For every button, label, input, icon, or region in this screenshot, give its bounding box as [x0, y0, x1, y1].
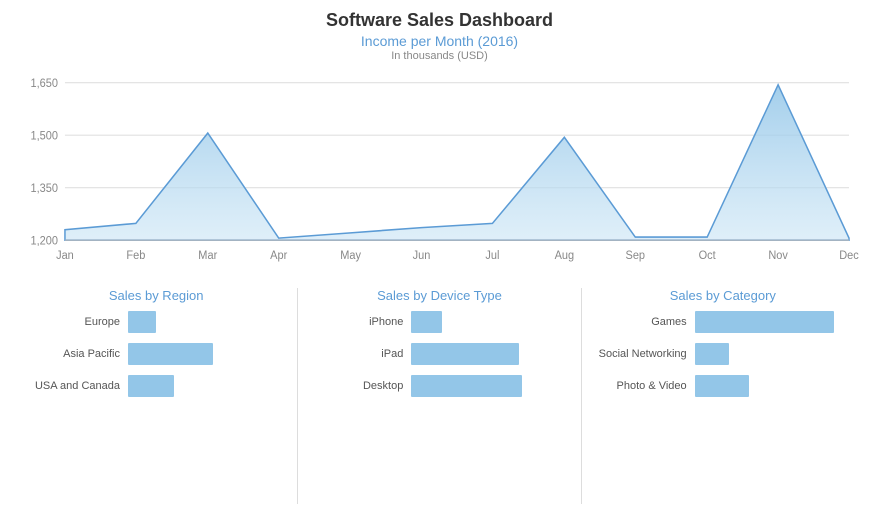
svg-text:Nov: Nov — [768, 250, 788, 262]
device-row-iphone: iPhone — [313, 311, 565, 333]
device-bar-desktop — [411, 375, 522, 397]
region-track-asia — [128, 343, 282, 365]
category-bar-games — [695, 311, 834, 333]
category-title: Sales by Category — [597, 288, 849, 303]
svg-text:1,350: 1,350 — [30, 183, 57, 195]
svg-text:Dec: Dec — [839, 250, 859, 262]
area-chart: 1,650 1,500 1,350 1,200 Jan — [20, 68, 859, 278]
device-bar-ipad — [411, 343, 519, 365]
divider-2 — [581, 288, 582, 504]
region-bar-asia — [128, 343, 213, 365]
device-label-iphone: iPhone — [313, 316, 403, 328]
device-label-ipad: iPad — [313, 348, 403, 360]
category-row-photo: Photo & Video — [597, 375, 849, 397]
svg-text:1,650: 1,650 — [30, 78, 57, 90]
region-title: Sales by Region — [30, 288, 282, 303]
divider-1 — [297, 288, 298, 504]
category-track-social — [695, 343, 849, 365]
region-bar-europe — [128, 311, 156, 333]
svg-text:Feb: Feb — [126, 250, 145, 262]
svg-text:Jun: Jun — [413, 250, 431, 262]
category-chart: Sales by Category Games Social Networkin… — [587, 288, 859, 504]
region-label-usa: USA and Canada — [30, 380, 120, 392]
svg-text:Sep: Sep — [625, 250, 645, 262]
svg-text:Jul: Jul — [485, 250, 499, 262]
category-label-social: Social Networking — [597, 348, 687, 360]
region-row-europe: Europe — [30, 311, 282, 333]
region-row-asia: Asia Pacific — [30, 343, 282, 365]
device-row-desktop: Desktop — [313, 375, 565, 397]
device-chart: Sales by Device Type iPhone iPad Desktop — [303, 288, 575, 504]
device-bar-iphone — [411, 311, 442, 333]
category-bar-photo — [695, 375, 749, 397]
region-label-europe: Europe — [30, 316, 120, 328]
device-label-desktop: Desktop — [313, 380, 403, 392]
svg-text:Apr: Apr — [270, 250, 287, 262]
svg-text:May: May — [340, 250, 361, 262]
svg-text:Aug: Aug — [555, 250, 575, 262]
region-bar-usa — [128, 375, 174, 397]
svg-text:1,500: 1,500 — [30, 130, 57, 142]
category-track-games — [695, 311, 849, 333]
category-label-photo: Photo & Video — [597, 380, 687, 392]
region-track-usa — [128, 375, 282, 397]
bottom-charts: Sales by Region Europe Asia Pacific USA … — [20, 288, 859, 504]
svg-text:Oct: Oct — [699, 250, 717, 262]
region-track-europe — [128, 311, 282, 333]
device-track-desktop — [411, 375, 565, 397]
svg-text:Mar: Mar — [198, 250, 217, 262]
region-row-usa: USA and Canada — [30, 375, 282, 397]
income-chart-subtitle: In thousands (USD) — [20, 50, 859, 62]
dashboard: Software Sales Dashboard Income per Mont… — [0, 0, 879, 514]
main-title: Software Sales Dashboard — [20, 10, 859, 31]
device-title: Sales by Device Type — [313, 288, 565, 303]
region-label-asia: Asia Pacific — [30, 348, 120, 360]
category-track-photo — [695, 375, 849, 397]
category-bar-social — [695, 343, 729, 365]
area-chart-svg: 1,650 1,500 1,350 1,200 Jan — [20, 68, 859, 278]
device-track-ipad — [411, 343, 565, 365]
category-label-games: Games — [597, 316, 687, 328]
region-chart: Sales by Region Europe Asia Pacific USA … — [20, 288, 292, 504]
category-row-social: Social Networking — [597, 343, 849, 365]
income-chart-title: Income per Month (2016) — [20, 33, 859, 49]
category-row-games: Games — [597, 311, 849, 333]
svg-text:1,200: 1,200 — [30, 235, 57, 247]
device-track-iphone — [411, 311, 565, 333]
device-row-ipad: iPad — [313, 343, 565, 365]
svg-text:Jan: Jan — [56, 250, 74, 262]
area-polygon — [65, 85, 849, 240]
